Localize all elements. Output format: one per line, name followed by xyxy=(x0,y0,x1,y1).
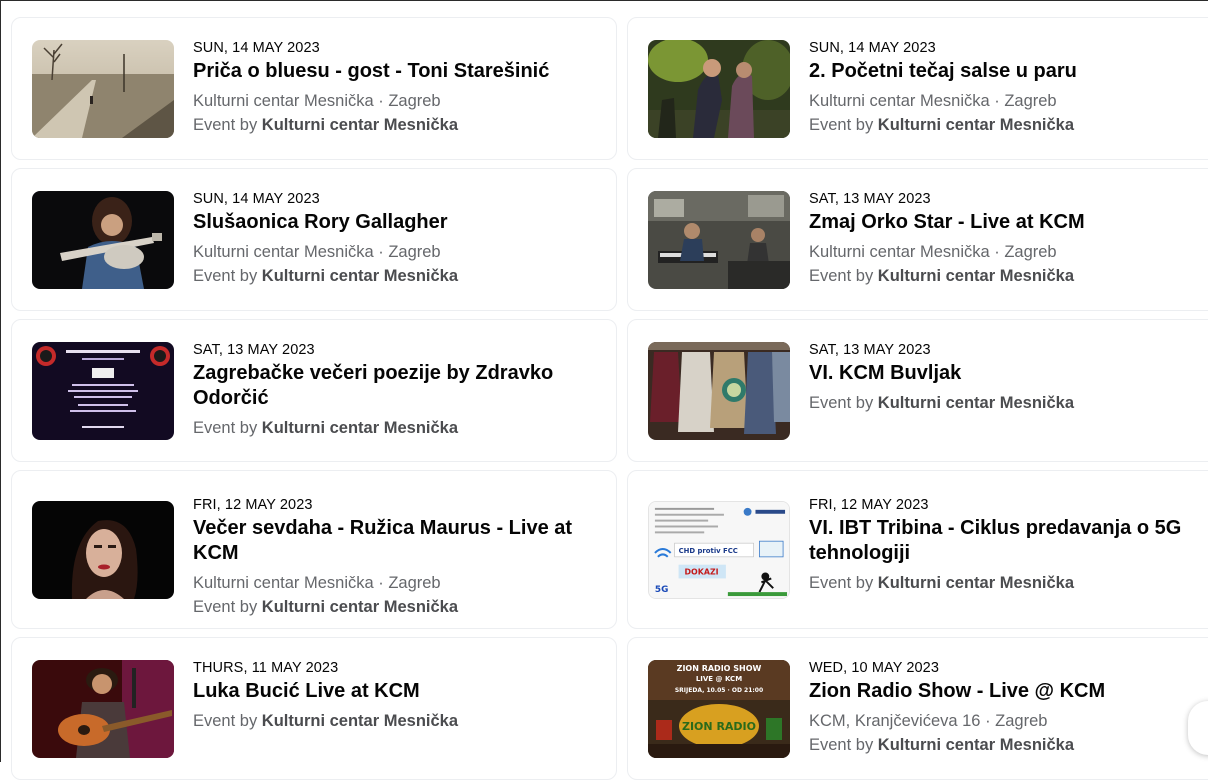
event-organizer-line: Event by Kulturni centar Mesnička xyxy=(809,113,1208,137)
event-title[interactable]: Luka Bucić Live at KCM xyxy=(193,679,596,704)
event-organizer-link[interactable]: Kulturni centar Mesnička xyxy=(878,116,1074,134)
event-organizer-link[interactable]: Kulturni centar Mesnička xyxy=(262,598,458,616)
event-by-prefix: Event by xyxy=(193,598,262,616)
event-card[interactable]: ZION RADIO SHOW LIVE @ KCM SRIJEDA, 10.0… xyxy=(627,637,1208,780)
event-date: FRI, 12 MAY 2023 xyxy=(809,497,929,513)
events-grid: SUN, 14 MAY 2023 Priča o bluesu - gost -… xyxy=(11,17,1208,780)
event-title[interactable]: Priča o bluesu - gost - Toni Starešinić xyxy=(193,59,596,84)
event-title[interactable]: 2. Početni tečaj salse u paru xyxy=(809,59,1208,84)
event-thumbnail-acoustic-guitarist[interactable] xyxy=(32,660,174,758)
event-organizer-line: Event by Kulturni centar Mesnička xyxy=(809,391,1208,415)
event-title[interactable]: VI. IBT Tribina - Ciklus predavanja o 5G… xyxy=(809,516,1208,566)
events-list-panel: SUN, 14 MAY 2023 Priča o bluesu - gost -… xyxy=(0,0,1208,780)
event-by-prefix: Event by xyxy=(193,712,262,730)
event-info: THURS, 11 MAY 2023 Luka Bucić Live at KC… xyxy=(193,658,596,733)
zion-live-text: LIVE @ KCM xyxy=(696,675,742,683)
event-date: SAT, 13 MAY 2023 xyxy=(809,342,931,358)
event-by-prefix: Event by xyxy=(193,116,262,134)
event-date: SUN, 14 MAY 2023 xyxy=(193,40,320,56)
flyer-badge-text: DOKAZI xyxy=(684,568,718,577)
event-title[interactable]: Zmaj Orko Star - Live at KCM xyxy=(809,210,1208,235)
event-location: KCM, Kranjčevićeva 16 · Zagreb xyxy=(809,712,1048,730)
floating-side-button[interactable] xyxy=(1188,701,1208,755)
event-title[interactable]: VI. KCM Buvljak xyxy=(809,361,1208,386)
event-organizer-link[interactable]: Kulturni centar Mesnička xyxy=(262,712,458,730)
event-organizer-link[interactable]: Kulturni centar Mesnička xyxy=(878,574,1074,592)
event-card[interactable]: CHD protiv FCC DOKAZI 5G FRI, 12 MAY 202… xyxy=(627,470,1208,629)
event-organizer-line: Event by Kulturni centar Mesnička xyxy=(193,595,596,619)
event-info: SUN, 14 MAY 2023 Priča o bluesu - gost -… xyxy=(193,38,596,137)
event-thumbnail-flea-market[interactable] xyxy=(648,342,790,440)
event-organizer-link[interactable]: Kulturni centar Mesnička xyxy=(262,267,458,285)
event-thumbnail-guitarist[interactable] xyxy=(32,191,174,289)
event-location: Kulturni centar Mesnička · Zagreb xyxy=(193,574,441,592)
event-card[interactable]: SAT, 13 MAY 2023 Zmaj Orko Star - Live a… xyxy=(627,168,1208,311)
event-date: SUN, 14 MAY 2023 xyxy=(193,191,320,207)
event-by-prefix: Event by xyxy=(193,267,262,285)
event-organizer-line: Event by Kulturni centar Mesnička xyxy=(809,733,1208,757)
event-date: SAT, 13 MAY 2023 xyxy=(809,191,931,207)
event-card[interactable]: SAT, 13 MAY 2023 VI. KCM Buvljak Event b… xyxy=(627,319,1208,462)
event-location: Kulturni centar Mesnička · Zagreb xyxy=(809,92,1057,110)
event-date: THURS, 11 MAY 2023 xyxy=(193,660,339,676)
event-by-prefix: Event by xyxy=(809,267,878,285)
event-info: SAT, 13 MAY 2023 Zagrebačke večeri poezi… xyxy=(193,340,596,440)
event-by-prefix: Event by xyxy=(809,574,878,592)
event-title[interactable]: Slušaonica Rory Gallagher xyxy=(193,210,596,235)
event-thumbnail-zion-radio-poster[interactable]: ZION RADIO SHOW LIVE @ KCM SRIJEDA, 10.0… xyxy=(648,660,790,758)
event-card[interactable]: FRI, 12 MAY 2023 Večer sevdaha - Ružica … xyxy=(11,470,617,629)
event-organizer-link[interactable]: Kulturni centar Mesnička xyxy=(262,116,458,134)
event-card[interactable]: SAT, 13 MAY 2023 Zagrebačke večeri poezi… xyxy=(11,319,617,462)
event-card[interactable]: SUN, 14 MAY 2023 Slušaonica Rory Gallagh… xyxy=(11,168,617,311)
event-info: SUN, 14 MAY 2023 Slušaonica Rory Gallagh… xyxy=(193,189,596,288)
event-info: SAT, 13 MAY 2023 Zmaj Orko Star - Live a… xyxy=(809,189,1208,288)
event-organizer-line: Event by Kulturni centar Mesnička xyxy=(809,571,1208,595)
event-by-prefix: Event by xyxy=(809,736,878,754)
event-date: SAT, 13 MAY 2023 xyxy=(193,342,315,358)
event-date: WED, 10 MAY 2023 xyxy=(809,660,940,676)
zion-date-text: SRIJEDA, 10.05 · OD 21:00 xyxy=(675,687,763,694)
event-organizer-link[interactable]: Kulturni centar Mesnička xyxy=(262,419,458,437)
event-card[interactable]: SUN, 14 MAY 2023 Priča o bluesu - gost -… xyxy=(11,17,617,160)
event-card[interactable]: SUN, 14 MAY 2023 2. Početni tečaj salse … xyxy=(627,17,1208,160)
event-location: Kulturni centar Mesnička · Zagreb xyxy=(809,243,1057,261)
event-location: Kulturni centar Mesnička · Zagreb xyxy=(193,92,441,110)
event-thumbnail-road-landscape[interactable] xyxy=(32,40,174,138)
event-by-prefix: Event by xyxy=(809,394,878,412)
event-by-prefix: Event by xyxy=(809,116,878,134)
event-info: SUN, 14 MAY 2023 2. Početni tečaj salse … xyxy=(809,38,1208,137)
event-date: FRI, 12 MAY 2023 xyxy=(193,497,313,513)
event-card[interactable]: THURS, 11 MAY 2023 Luka Bucić Live at KC… xyxy=(11,637,617,780)
zion-title-text: ZION RADIO SHOW xyxy=(677,664,762,673)
zion-logo-text: ZION RADIO xyxy=(682,720,756,733)
flyer-line-text: CHD protiv FCC xyxy=(679,547,738,555)
event-date: SUN, 14 MAY 2023 xyxy=(809,40,936,56)
event-title[interactable]: Zagrebačke večeri poezije by Zdravko Odo… xyxy=(193,361,596,411)
flyer-5g-text: 5G xyxy=(655,585,668,595)
event-info: WED, 10 MAY 2023 Zion Radio Show - Live … xyxy=(809,658,1208,757)
event-organizer-line: Event by Kulturni centar Mesnička xyxy=(193,416,596,440)
event-organizer-link[interactable]: Kulturni centar Mesnička xyxy=(878,267,1074,285)
event-thumbnail-poetry-poster[interactable] xyxy=(32,342,174,440)
event-thumbnail-salsa-dancers[interactable] xyxy=(648,40,790,138)
event-thumbnail-studio-band[interactable] xyxy=(648,191,790,289)
event-info: SAT, 13 MAY 2023 VI. KCM Buvljak Event b… xyxy=(809,340,1208,415)
event-title[interactable]: Zion Radio Show - Live @ KCM xyxy=(809,679,1208,704)
event-organizer-link[interactable]: Kulturni centar Mesnička xyxy=(878,736,1074,754)
event-organizer-link[interactable]: Kulturni centar Mesnička xyxy=(878,394,1074,412)
event-organizer-line: Event by Kulturni centar Mesnička xyxy=(809,264,1208,288)
event-location: Kulturni centar Mesnička · Zagreb xyxy=(193,243,441,261)
event-title[interactable]: Večer sevdaha - Ružica Maurus - Live at … xyxy=(193,516,596,566)
event-thumbnail-singer-portrait[interactable] xyxy=(32,501,174,599)
event-info: FRI, 12 MAY 2023 Večer sevdaha - Ružica … xyxy=(193,495,596,619)
event-organizer-line: Event by Kulturni centar Mesnička xyxy=(193,709,596,733)
event-by-prefix: Event by xyxy=(193,419,262,437)
event-organizer-line: Event by Kulturni centar Mesnička xyxy=(193,264,596,288)
event-thumbnail-5g-flyer[interactable]: CHD protiv FCC DOKAZI 5G xyxy=(648,501,790,599)
event-organizer-line: Event by Kulturni centar Mesnička xyxy=(193,113,596,137)
event-info: FRI, 12 MAY 2023 VI. IBT Tribina - Ciklu… xyxy=(809,495,1208,595)
